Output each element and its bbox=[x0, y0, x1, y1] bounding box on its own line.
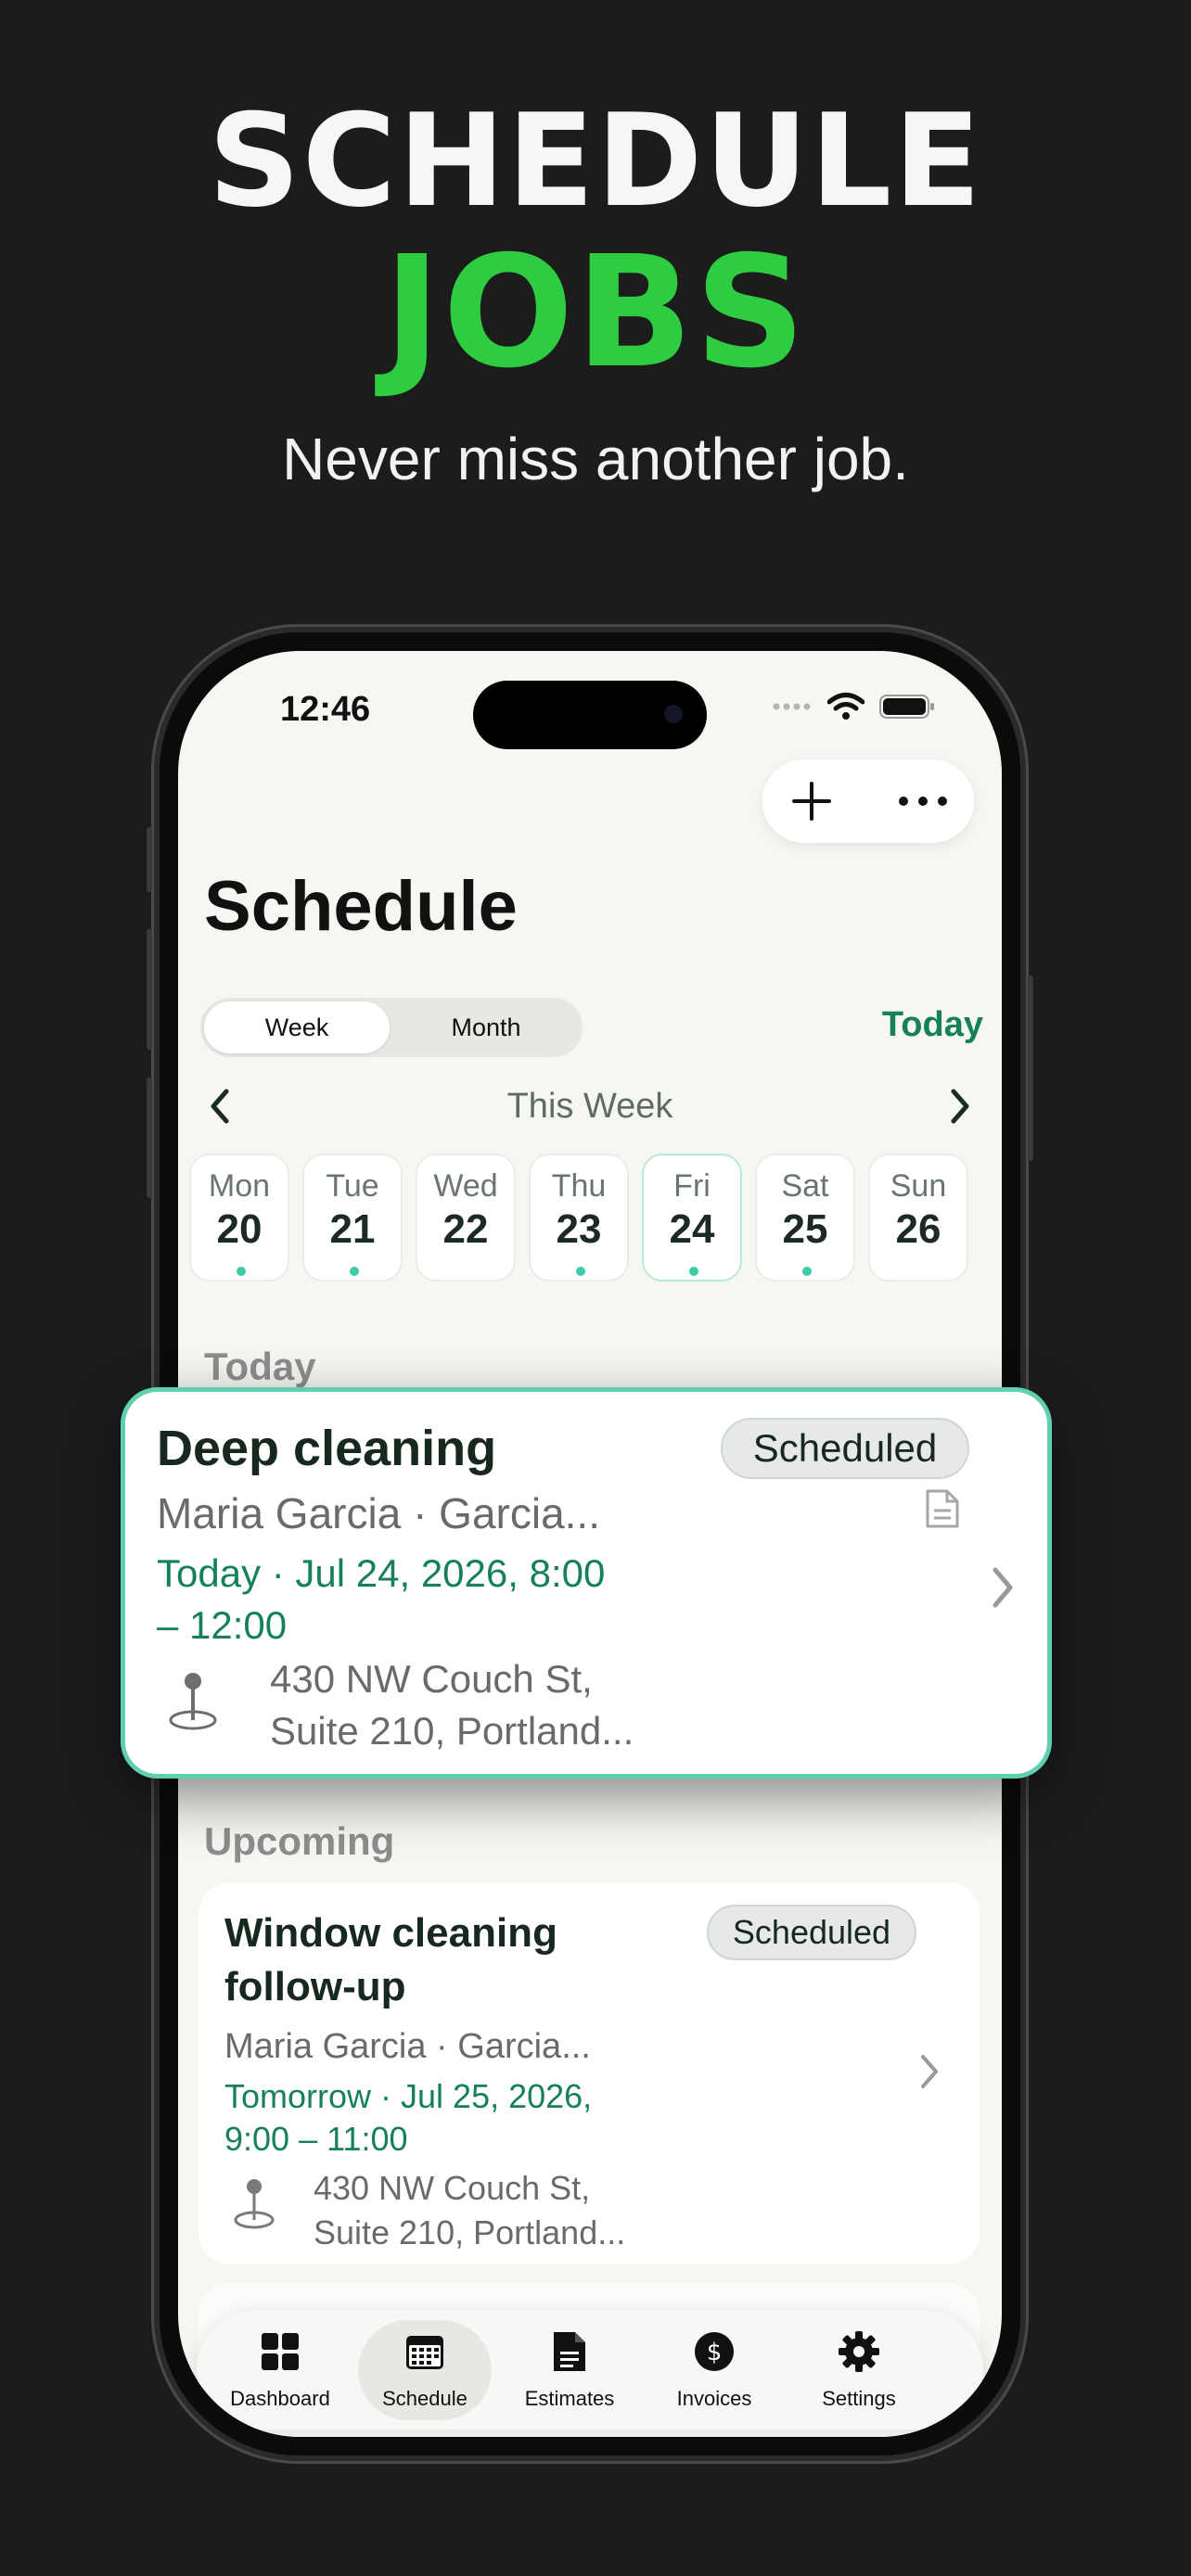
status-icons bbox=[772, 690, 935, 727]
day-name: Tue bbox=[326, 1168, 379, 1204]
toolbar-pill bbox=[762, 759, 974, 843]
volume-up-button bbox=[147, 929, 152, 1050]
day-number: 23 bbox=[556, 1206, 602, 1252]
day-number: 20 bbox=[216, 1206, 263, 1252]
job-time: – 12:00 bbox=[157, 1603, 288, 1647]
day-number: 22 bbox=[442, 1206, 489, 1252]
job-title: Deep cleaning bbox=[157, 1421, 497, 1476]
signal-icon bbox=[772, 700, 813, 717]
event-indicator-dot bbox=[802, 1267, 812, 1276]
month-toggle[interactable]: Month bbox=[393, 1001, 579, 1053]
day-sun[interactable]: Sun 26 bbox=[868, 1154, 968, 1282]
wifi-icon bbox=[826, 692, 865, 726]
job-client: Maria Garcia · Garcia... bbox=[224, 2027, 591, 2066]
event-indicator-dot bbox=[237, 1267, 246, 1276]
grid-icon bbox=[258, 2329, 302, 2374]
day-fri[interactable]: Fri 24 bbox=[642, 1154, 742, 1282]
tab-label: Settings bbox=[822, 2387, 896, 2410]
view-toggle: Week Month bbox=[200, 998, 583, 1057]
day-name: Fri bbox=[673, 1168, 711, 1204]
day-thu[interactable]: Thu 23 bbox=[529, 1154, 629, 1282]
hero-title-line1: SCHEDULE bbox=[208, 86, 983, 236]
job-time: 9:00 – 11:00 bbox=[224, 2120, 408, 2158]
day-name: Wed bbox=[433, 1168, 498, 1204]
dynamic-island bbox=[473, 681, 707, 749]
day-name: Sun bbox=[890, 1168, 947, 1204]
dollar-icon: $ bbox=[692, 2329, 736, 2374]
upcoming-job-card[interactable]: Window cleaning follow-up Scheduled Mari… bbox=[198, 1882, 980, 2264]
status-time: 12:46 bbox=[280, 690, 371, 729]
job-title: Window cleaning bbox=[224, 1910, 557, 1956]
week-label: This Week bbox=[506, 1087, 673, 1126]
job-address: 430 NW Couch St, bbox=[270, 1657, 593, 1701]
tab-label: Dashboard bbox=[230, 2387, 330, 2410]
tab-label: Invoices bbox=[676, 2387, 752, 2410]
plus-icon bbox=[792, 782, 831, 821]
svg-text:$: $ bbox=[707, 2339, 723, 2366]
chevron-right-icon bbox=[951, 1089, 969, 1124]
tab-invoices[interactable]: $ Invoices bbox=[640, 2311, 788, 2429]
location-pin-icon bbox=[232, 2177, 276, 2234]
tab-schedule[interactable]: Schedule bbox=[351, 2311, 499, 2429]
week-toggle[interactable]: Week bbox=[204, 1001, 390, 1053]
day-name: Thu bbox=[551, 1168, 607, 1204]
tab-estimates[interactable]: Estimates bbox=[495, 2311, 644, 2429]
job-time: Tomorrow · Jul 25, 2026, bbox=[224, 2077, 593, 2115]
day-tue[interactable]: Tue 21 bbox=[302, 1154, 403, 1282]
location-pin-icon bbox=[166, 1670, 220, 1736]
day-number: 26 bbox=[895, 1206, 941, 1252]
add-job-button[interactable] bbox=[783, 772, 840, 830]
day-number: 21 bbox=[329, 1206, 376, 1252]
job-address: 430 NW Couch St, bbox=[314, 2169, 591, 2207]
gear-icon bbox=[837, 2329, 881, 2374]
document-icon bbox=[547, 2329, 592, 2374]
chevron-right-icon bbox=[990, 1566, 1016, 1613]
document-icon bbox=[925, 1488, 960, 1534]
job-address: Suite 210, Portland... bbox=[314, 2213, 626, 2251]
section-upcoming-header: Upcoming bbox=[204, 1819, 395, 1863]
day-mon[interactable]: Mon 20 bbox=[189, 1154, 289, 1282]
event-indicator-dot bbox=[576, 1267, 585, 1276]
status-badge: Scheduled bbox=[707, 1905, 916, 1960]
volume-down-button bbox=[147, 1078, 152, 1198]
next-week-button[interactable] bbox=[937, 1083, 983, 1129]
day-name: Mon bbox=[208, 1168, 271, 1204]
chevron-right-icon bbox=[918, 2053, 941, 2095]
page-title: Schedule bbox=[204, 867, 518, 946]
tab-settings[interactable]: Settings bbox=[785, 2311, 933, 2429]
day-sat[interactable]: Sat 25 bbox=[755, 1154, 855, 1282]
today-button[interactable]: Today bbox=[882, 1005, 983, 1045]
power-button bbox=[1028, 976, 1033, 1161]
hero-title-line2: JOBS bbox=[383, 223, 808, 402]
tab-label: Estimates bbox=[524, 2387, 615, 2410]
event-indicator-dot bbox=[689, 1267, 698, 1276]
bottom-tab-bar: Dashboard Schedule Estimates $ Invoices bbox=[197, 2311, 983, 2429]
featured-job-card[interactable]: Deep cleaning Scheduled Maria Garcia · G… bbox=[121, 1387, 1052, 1779]
mute-switch bbox=[147, 827, 152, 892]
day-number: 25 bbox=[782, 1206, 828, 1252]
tab-dashboard[interactable]: Dashboard bbox=[206, 2311, 354, 2429]
battery-icon bbox=[879, 694, 935, 724]
tab-label: Schedule bbox=[382, 2387, 467, 2410]
job-address: Suite 210, Portland... bbox=[270, 1709, 634, 1753]
job-time: Today · Jul 24, 2026, 8:00 bbox=[157, 1551, 606, 1595]
day-wed[interactable]: Wed 22 bbox=[416, 1154, 516, 1282]
day-name: Sat bbox=[781, 1168, 829, 1204]
section-today-header: Today bbox=[204, 1345, 316, 1388]
status-badge: Scheduled bbox=[721, 1418, 969, 1479]
job-title: follow-up bbox=[224, 1964, 406, 2009]
ellipsis-icon bbox=[899, 797, 947, 806]
more-options-button[interactable] bbox=[894, 772, 952, 830]
hero-subtitle: Never miss another job. bbox=[282, 426, 909, 492]
job-client: Maria Garcia · Garcia... bbox=[157, 1489, 600, 1537]
day-number: 24 bbox=[669, 1206, 715, 1252]
calendar-icon bbox=[403, 2329, 447, 2374]
event-indicator-dot bbox=[350, 1267, 359, 1276]
